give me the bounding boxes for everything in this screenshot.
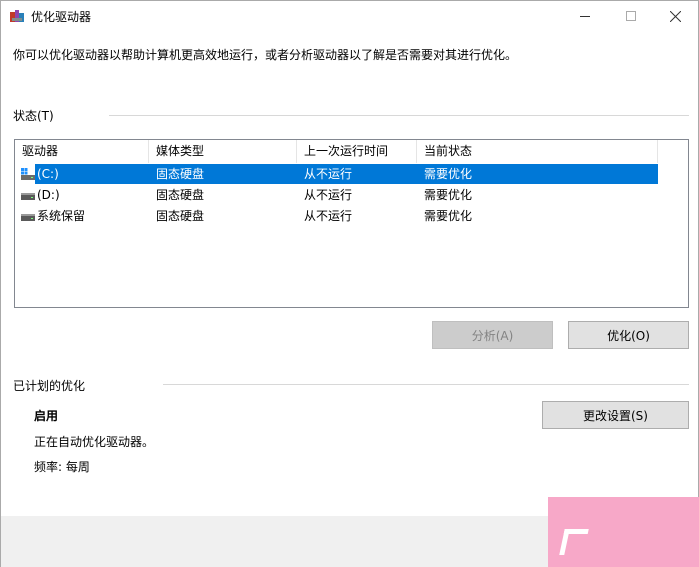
- defrag-app-icon: [10, 10, 24, 22]
- drive-name: (C:): [37, 167, 59, 181]
- last-run: 从不运行: [304, 188, 353, 202]
- current-status: 需要优化: [424, 188, 473, 202]
- last-run: 从不运行: [304, 209, 353, 223]
- drive-list-header: 驱动器 媒体类型 上一次运行时间 当前状态: [15, 140, 688, 163]
- minimize-icon: [580, 15, 590, 17]
- drive-row-system-reserved[interactable]: 系统保留 固态硬盘 从不运行 需要优化: [15, 206, 688, 226]
- drive-row-d[interactable]: (D:) 固态硬盘 从不运行 需要优化: [15, 185, 688, 205]
- column-header-drive[interactable]: 驱动器: [15, 140, 149, 163]
- scheduled-section-label: 已计划的优化: [13, 379, 86, 393]
- drive-icon: [21, 193, 35, 200]
- watermark-overlay: [548, 497, 699, 567]
- column-header-current-status[interactable]: 当前状态: [417, 140, 658, 163]
- media-type: 固态硬盘: [156, 209, 205, 223]
- scheduled-divider: [163, 384, 689, 385]
- analyze-button[interactable]: 分析(A): [432, 321, 553, 349]
- current-status: 需要优化: [424, 209, 473, 223]
- description-text: 你可以优化驱动器以帮助计算机更高效地运行，或者分析驱动器以了解是否需要对其进行优…: [13, 48, 518, 62]
- maximize-icon: [626, 11, 636, 21]
- optimize-button[interactable]: 优化(O): [568, 321, 689, 349]
- drive-row-c[interactable]: (C:) 固态硬盘 从不运行 需要优化: [15, 164, 688, 184]
- status-section-label: 状态(T): [13, 109, 54, 123]
- drive-name: 系统保留: [37, 209, 86, 223]
- status-divider: [109, 115, 689, 116]
- windows-drive-icon: [21, 168, 35, 180]
- media-type: 固态硬盘: [156, 167, 205, 181]
- window-title: 优化驱动器: [31, 10, 92, 24]
- schedule-description: 正在自动优化驱动器。: [34, 435, 155, 449]
- schedule-status: 启用: [34, 409, 59, 423]
- column-header-media-type[interactable]: 媒体类型: [149, 140, 297, 163]
- drive-icon: [21, 214, 35, 221]
- watermark-logo-icon: [559, 529, 589, 555]
- minimize-button[interactable]: [562, 1, 608, 31]
- drive-list[interactable]: 驱动器 媒体类型 上一次运行时间 当前状态 (C:) 固态硬盘 从不运行 需要优…: [14, 139, 689, 308]
- drive-name: (D:): [37, 188, 60, 202]
- maximize-button[interactable]: [608, 1, 654, 31]
- column-header-last-run[interactable]: 上一次运行时间: [297, 140, 417, 163]
- close-button[interactable]: [652, 1, 698, 31]
- title-bar: 优化驱动器: [1, 1, 698, 31]
- last-run: 从不运行: [304, 167, 353, 181]
- current-status: 需要优化: [424, 167, 473, 181]
- media-type: 固态硬盘: [156, 188, 205, 202]
- change-settings-button[interactable]: 更改设置(S): [542, 401, 689, 429]
- optimize-drives-window: 优化驱动器 你可以优化驱动器以帮助计算机更高效地运行，或者分析驱动器以了解是否需…: [0, 0, 699, 567]
- close-icon: [669, 10, 681, 22]
- schedule-frequency: 频率: 每周: [34, 460, 90, 474]
